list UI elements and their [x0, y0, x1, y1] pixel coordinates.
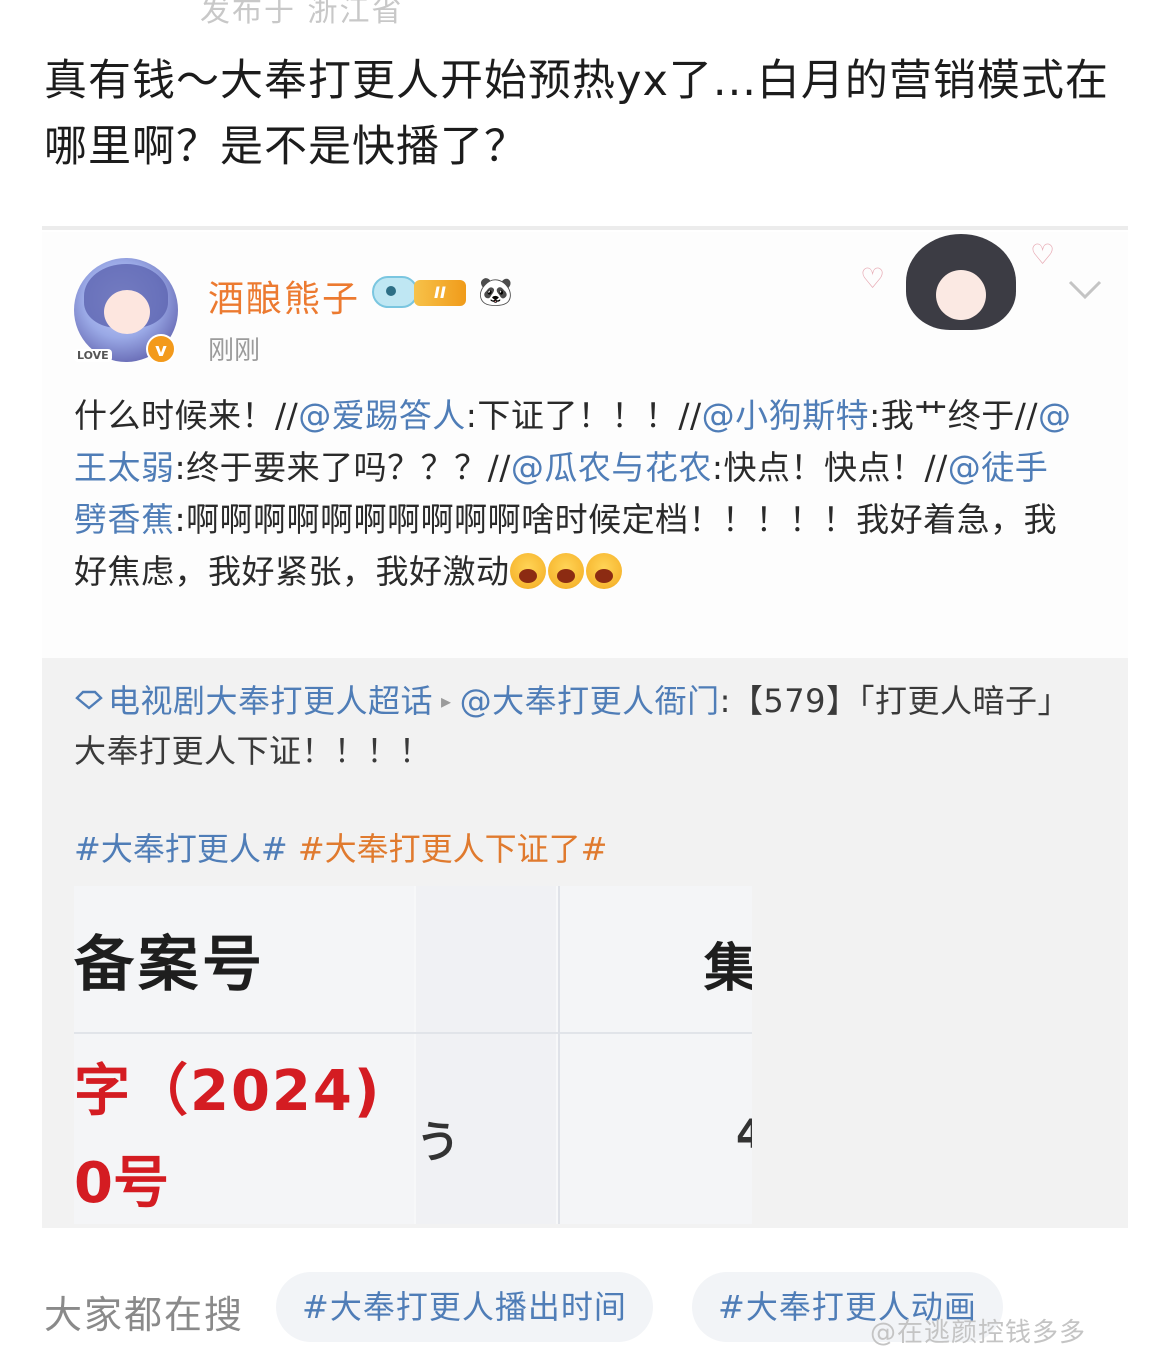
doc-header: 集 — [704, 939, 752, 999]
mention-link[interactable]: @爱踢答人 — [298, 396, 466, 435]
hashtag-link[interactable]: #大奉打更人# — [74, 830, 288, 868]
doc-fragment: う — [416, 1117, 460, 1168]
repost-text: 电视剧大奉打更人超话 ▸ @大奉打更人衙门:【579】「打更人暗子」大奉打更人下证！… — [74, 676, 1094, 776]
chevron-down-icon[interactable] — [1066, 270, 1104, 308]
body-text: :下证了！！！// — [465, 396, 702, 435]
avatar-face — [104, 290, 150, 334]
doc-column — [416, 886, 556, 1224]
divider — [42, 226, 1128, 230]
heart-icon: ♡ — [1030, 238, 1056, 271]
repost-hashtags: #大奉打更人# #大奉打更人下证了# — [74, 824, 607, 874]
decoration-avatar-image — [898, 234, 1022, 332]
doc-divider — [74, 1032, 752, 1034]
post-time: 刚刚 — [208, 336, 261, 366]
crying-emoji-icon — [547, 553, 584, 589]
body-text: :我艹终于// — [869, 396, 1038, 435]
hashtag-link[interactable]: #大奉打更人下证了# — [298, 830, 608, 868]
search-chip[interactable]: #大奉打更人播出时间 — [276, 1272, 653, 1342]
doc-divider — [558, 886, 560, 1224]
top-faded-text: 发布于 浙江省 — [200, 0, 404, 29]
avatar-caption: LOVE — [74, 349, 112, 362]
heart-icon: ♡ — [860, 262, 886, 295]
mention-link[interactable]: @小狗斯特 — [702, 396, 870, 435]
bird-badge-icon — [372, 276, 418, 308]
crying-emoji-icon — [509, 553, 546, 589]
play-arrow-icon: ▸ — [441, 689, 452, 713]
topic-link[interactable]: 电视剧大奉打更人超话 — [74, 682, 433, 720]
doc-license-number: 0号 — [74, 1151, 169, 1216]
topic-name: 电视剧大奉打更人超话 — [108, 682, 434, 720]
post-body: 什么时候来！//@爱踢答人:下证了！！！//@小狗斯特:我艹终于//@王太弱:终… — [74, 390, 1074, 598]
watermark: @在逃颜控钱多多 — [870, 1318, 1087, 1348]
doc-header: 备案号 — [74, 930, 266, 1000]
body-text: 什么时候来！// — [74, 396, 299, 435]
topic-diamond-icon — [75, 690, 103, 710]
license-document-image[interactable]: 备案号 集 字（2024) 0号 う 4 — [74, 886, 752, 1224]
username[interactable]: 酒酿熊子 — [208, 270, 360, 322]
verified-badge-icon: v — [146, 334, 176, 364]
doc-fragment: 4 — [736, 1112, 752, 1158]
decoration-face — [936, 270, 986, 320]
search-label: 大家都在搜 — [44, 1293, 245, 1337]
repost-author-link[interactable]: @大奉打更人衙门 — [460, 682, 720, 720]
crying-emoji-icon — [585, 553, 622, 589]
panda-icon: 🐼 — [478, 275, 513, 308]
mention-link[interactable]: @瓜农与花农 — [511, 448, 712, 487]
doc-license-number: 字（2024) — [74, 1059, 382, 1124]
body-text: :终于要来了吗？？？// — [174, 448, 511, 487]
body-text: :快点！快点！// — [711, 448, 948, 487]
post-title: 真有钱～大奉打更人开始预热yx了...白月的营销模式在哪里啊？是不是快播了？ — [44, 56, 1109, 172]
level-badge: II — [414, 280, 466, 306]
